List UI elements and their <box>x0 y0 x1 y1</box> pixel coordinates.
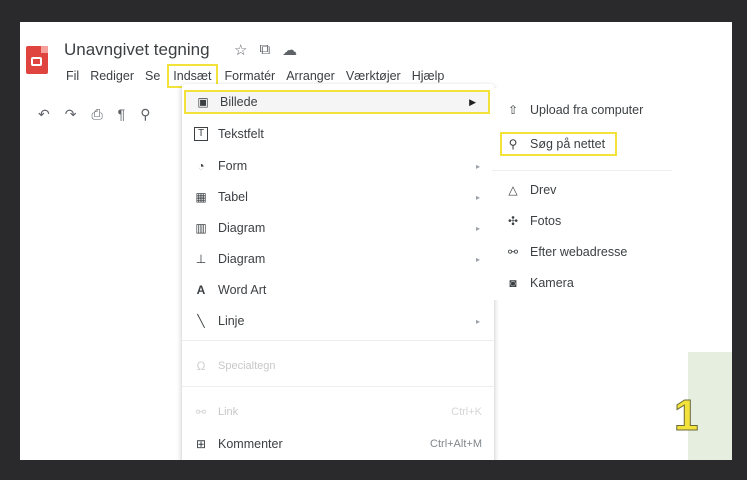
move-to-folder-icon[interactable]: ⧉ <box>259 41 270 59</box>
drawings-logo-icon[interactable] <box>26 46 48 74</box>
menu-item-linje[interactable]: ╲ Linje ▸ <box>182 309 494 333</box>
submenu-arrow-icon: ▸ <box>475 254 480 264</box>
menu-item-label: Tabel <box>218 190 248 204</box>
menu-item-form[interactable]: ◔ Form ▸ <box>182 154 494 178</box>
menu-item-label: Form <box>218 159 248 173</box>
table-icon: ▦ <box>195 190 207 204</box>
menu-fil[interactable]: Fil <box>66 68 79 84</box>
submenu-divider <box>492 170 672 171</box>
submenu-arrow-icon: ▸ <box>475 223 480 233</box>
submenu-item-drev[interactable]: △ Drev <box>500 178 556 202</box>
menu-item-specialtegn: Ω Specialtegn <box>182 354 494 378</box>
menu-divider <box>182 386 494 387</box>
undo-icon[interactable]: ↶ <box>38 106 50 123</box>
menu-item-label: Link <box>218 406 239 418</box>
menu-item-label: Diagram <box>218 221 266 235</box>
submenu-item-kamera[interactable]: ◙ Kamera <box>500 271 574 295</box>
submenu-arrow-icon: ▶ <box>469 96 476 107</box>
menu-formater[interactable]: Formatér <box>225 68 276 84</box>
special-chars-icon: Ω <box>196 359 206 373</box>
cloud-status-icon[interactable]: ☁ <box>282 41 297 59</box>
photos-icon: ✣ <box>507 214 519 228</box>
shape-icon: ◔ <box>197 159 205 173</box>
menu-item-label: Linje <box>218 314 245 328</box>
menu-item-link: ⚯ Link Ctrl+K <box>182 400 494 424</box>
menu-item-tabel[interactable]: ▦ Tabel ▸ <box>182 185 494 209</box>
menu-item-label: Billede <box>220 95 258 109</box>
submenu-item-label: Søg på nettet <box>530 137 606 151</box>
print-icon[interactable]: ⎙ <box>91 106 102 123</box>
submenu-item-label: Drev <box>530 183 557 197</box>
submenu-arrow-icon: ▸ <box>475 192 480 202</box>
menu-item-tekstfelt[interactable]: T Tekstfelt <box>182 122 494 146</box>
chart-icon: ▥ <box>195 221 207 235</box>
menu-item-kommenter[interactable]: ⊞ Kommenter Ctrl+Alt+M <box>182 432 494 456</box>
submenu-item-label: Fotos <box>530 214 562 228</box>
star-icon[interactable]: ☆ <box>234 41 247 59</box>
toolbar: ↶ ↷ ⎙ ¶ ⚲ <box>38 106 150 123</box>
submenu-item-search-web[interactable]: ⚲ Søg på nettet <box>500 132 618 156</box>
menu-item-diagram-chart[interactable]: ▥ Diagram ▸ <box>182 216 494 240</box>
comment-icon: ⊞ <box>195 437 207 451</box>
menu-hjaelp[interactable]: Hjælp <box>412 68 445 84</box>
step-number-badge: 1 <box>673 391 699 440</box>
word-art-icon: A <box>196 283 206 297</box>
submenu-item-upload[interactable]: ⇧ Upload fra computer <box>500 98 643 122</box>
submenu-item-url[interactable]: ⚯ Efter webadresse <box>500 240 627 264</box>
submenu-item-label: Efter webadresse <box>530 245 628 259</box>
redo-icon[interactable]: ↷ <box>65 106 77 123</box>
menu-se[interactable]: Se <box>145 68 160 84</box>
paint-format-icon[interactable]: ¶ <box>118 106 126 123</box>
line-icon: ╲ <box>197 314 205 328</box>
title-icons: ☆ ⧉ ☁ <box>234 41 297 59</box>
submenu-arrow-icon: ▸ <box>475 316 480 326</box>
menu-item-word-art[interactable]: A Word Art <box>182 278 494 302</box>
menu-item-label: Specialtegn <box>218 360 276 372</box>
submenu-item-label: Upload fra computer <box>530 103 644 117</box>
menu-arranger[interactable]: Arranger <box>286 68 335 84</box>
menu-divider <box>182 340 494 341</box>
menu-item-label: Tekstfelt <box>218 127 264 141</box>
document-title[interactable]: Unavngivet tegning <box>64 40 210 60</box>
textbox-icon: T <box>194 127 208 141</box>
zoom-icon[interactable]: ⚲ <box>140 106 150 123</box>
menu-item-label: Kommenter <box>218 437 283 451</box>
menu-indsaet[interactable]: Indsæt <box>167 64 218 88</box>
submenu-item-fotos[interactable]: ✣ Fotos <box>500 209 561 233</box>
submenu-item-label: Kamera <box>530 276 574 290</box>
menu-vaerktoejer[interactable]: Værktøjer <box>346 68 401 84</box>
shortcut-text: Ctrl+Alt+M <box>430 438 482 450</box>
link-icon: ⚯ <box>507 245 519 259</box>
drive-icon: △ <box>508 183 518 197</box>
menu-rediger[interactable]: Rediger <box>90 68 134 84</box>
menu-item-label: Word Art <box>218 283 267 297</box>
menu-item-label: Diagram <box>218 252 266 266</box>
insert-menu: ▣ Billede ▶ T Tekstfelt ◔ Form ▸ ▦ Tabel… <box>182 84 494 460</box>
menubar: Fil Rediger Se Indsæt Formatér Arranger … <box>66 64 455 88</box>
upload-icon: ⇧ <box>507 103 519 117</box>
shortcut-text: Ctrl+K <box>451 406 482 418</box>
search-icon: ⚲ <box>508 137 518 151</box>
image-icon: ▣ <box>197 95 209 109</box>
image-submenu: ⇧ Upload fra computer ⚲ Søg på nettet △ … <box>492 88 672 300</box>
camera-icon: ◙ <box>509 276 517 290</box>
link-icon: ⚯ <box>195 405 207 419</box>
menu-item-billede[interactable]: ▣ Billede ▶ <box>184 90 490 114</box>
menu-item-diagram[interactable]: ⊥ Diagram ▸ <box>182 247 494 271</box>
submenu-arrow-icon: ▸ <box>475 161 480 171</box>
diagram-icon: ⊥ <box>195 252 207 266</box>
app-window: Unavngivet tegning ☆ ⧉ ☁ Fil Rediger Se … <box>20 22 732 460</box>
